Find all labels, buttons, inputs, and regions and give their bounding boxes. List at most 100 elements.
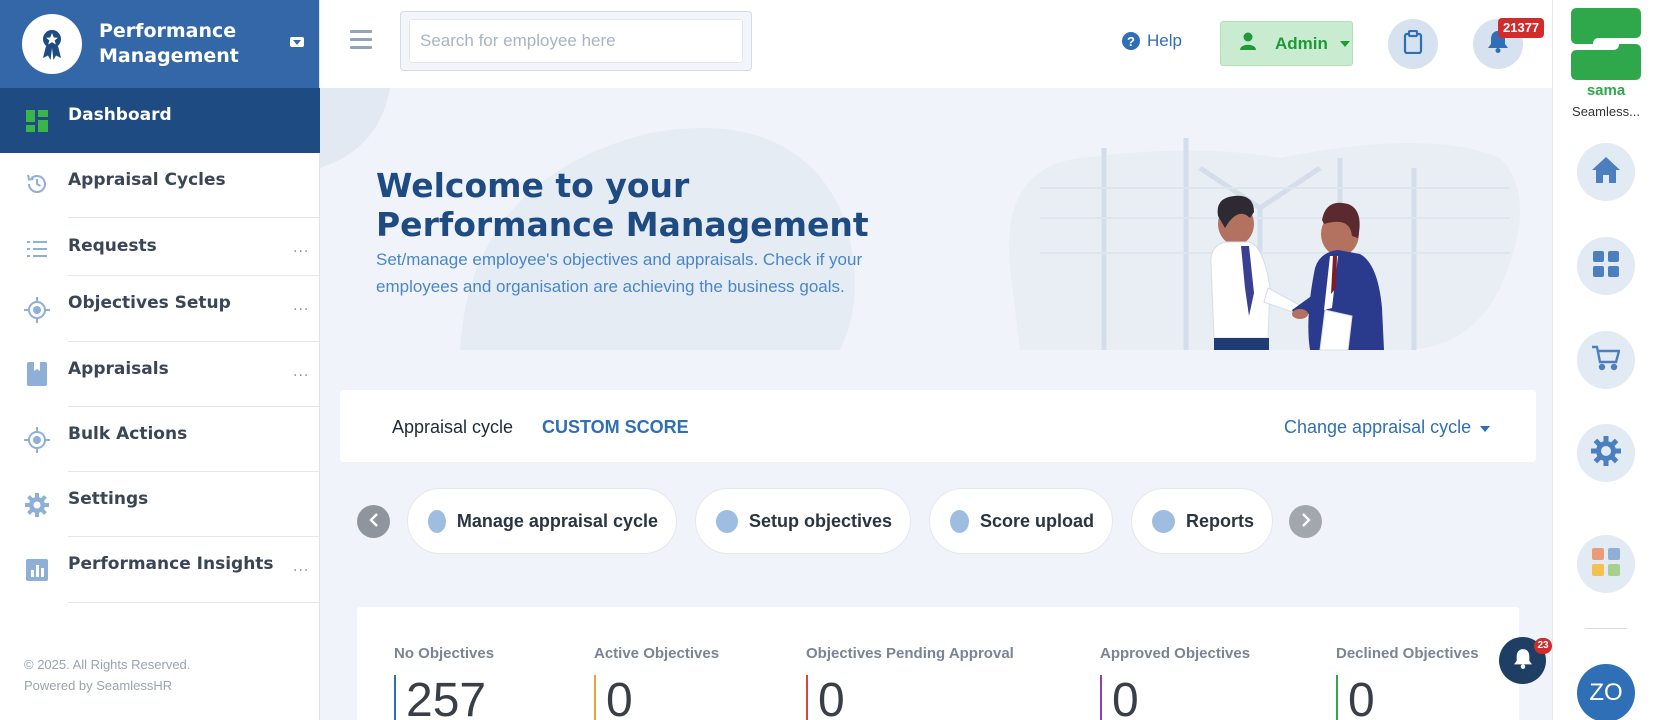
notification-count-badge: 21377 [1498, 18, 1545, 38]
sidebar-item-bulk-actions[interactable]: Bulk Actions [0, 407, 320, 469]
search-box [400, 11, 752, 71]
target-icon [24, 297, 50, 323]
sidebar-item-settings[interactable]: Settings [0, 472, 320, 534]
colorful-grid-icon [1592, 548, 1620, 580]
rail-modules-button[interactable] [1577, 535, 1635, 593]
user-avatar[interactable]: ZO [1577, 664, 1635, 720]
sidebar-item-label: Dashboard [68, 105, 172, 125]
quick-action-setup-objectives[interactable]: Setup objectives [695, 488, 911, 554]
sidebar-item-objectives-setup[interactable]: Objectives Setup ... [0, 276, 320, 338]
gear-icon [24, 492, 50, 518]
appraisal-cycle-value: CUSTOM SCORE [542, 417, 689, 437]
admin-role-dropdown[interactable]: Admin [1220, 21, 1353, 66]
more-options-icon[interactable]: ... [293, 559, 309, 575]
quick-action-score-upload[interactable]: Score upload [929, 488, 1113, 554]
app-title: Performance Management [99, 20, 239, 67]
stat-value: 0 [818, 674, 845, 720]
topbar: ? Help Admin 21377 [320, 0, 1552, 88]
welcome-heading-line1: Welcome to your [376, 166, 690, 205]
target-icon [24, 427, 50, 453]
welcome-heading: Welcome to your Performance Management [376, 166, 869, 244]
stat-value: 0 [1348, 674, 1375, 720]
sidebar-item-performance-insights[interactable]: Performance Insights ... [0, 537, 320, 599]
help-link[interactable]: ? Help [1122, 31, 1182, 51]
stat-value: 0 [1112, 674, 1139, 720]
question-icon: ? [1122, 32, 1140, 50]
rail-cart-button[interactable] [1577, 331, 1635, 389]
rail-divider [1585, 628, 1627, 629]
more-options-icon[interactable]: ... [293, 240, 309, 256]
sama-logo[interactable]: sama [1569, 4, 1643, 99]
sidebar-brand[interactable]: Performance Management [0, 0, 319, 88]
sidebar-item-appraisals[interactable]: Appraisals ... [0, 342, 320, 404]
quick-action-label: Reports [1185, 510, 1254, 531]
history-icon [24, 171, 50, 197]
more-options-icon[interactable]: ... [293, 364, 309, 380]
sidebar-item-appraisal-cycles[interactable]: Appraisal Cycles [0, 153, 320, 215]
menu-toggle-icon[interactable] [350, 30, 372, 50]
carousel-next-button[interactable] [1289, 505, 1322, 538]
sidebar-item-requests[interactable]: Requests ... [0, 218, 320, 280]
main-content: Welcome to your Performance Management S… [320, 88, 1552, 720]
quick-action-dot [950, 509, 969, 533]
rail-settings-button[interactable] [1577, 424, 1635, 482]
stat-label: Active Objectives [594, 645, 720, 662]
sidebar-item-label: Requests [68, 236, 157, 256]
clipboard-button[interactable] [1388, 19, 1438, 69]
quick-action-label: Setup objectives [748, 510, 892, 531]
stat-value: 257 [406, 674, 487, 720]
chevron-down-icon [1339, 40, 1350, 47]
dashboard-icon [24, 108, 50, 134]
right-rail: sama Seamless... ZO [1552, 0, 1658, 720]
stat-label: Declined Objectives [1336, 645, 1479, 662]
sidebar-item-dashboard[interactable]: Dashboard [0, 88, 320, 153]
stat-color-bar [806, 675, 808, 720]
sidebar-item-label: Objectives Setup [68, 293, 231, 313]
stat-label: Objectives Pending Approval [806, 645, 1014, 662]
copyright-text: © 2025. All Rights Reserved. [24, 657, 191, 672]
stat-color-bar [1100, 675, 1102, 720]
stat-color-bar [1336, 675, 1338, 720]
list-icon [24, 236, 50, 262]
award-logo-icon [22, 14, 82, 74]
chevron-right-icon [1301, 512, 1311, 531]
sidebar-item-label: Settings [68, 489, 149, 509]
quick-action-manage-appraisal-cycle[interactable]: Manage appraisal cycle [407, 488, 677, 554]
rail-app-name: Seamless... [1572, 104, 1640, 119]
more-options-icon[interactable]: ... [293, 298, 309, 314]
cart-icon [1592, 345, 1621, 375]
brand-dropdown-icon[interactable] [290, 37, 304, 47]
home-icon [1592, 157, 1620, 187]
floating-notification-badge: 23 [1534, 638, 1552, 654]
chevron-left-icon [368, 512, 379, 531]
objectives-stats-card: No Objectives 257 Active Objectives 0 Ob… [357, 607, 1519, 720]
admin-label: Admin [1275, 33, 1328, 53]
sidebar-item-label: Performance Insights [68, 554, 274, 574]
change-appraisal-cycle-link[interactable]: Change appraisal cycle [1284, 417, 1471, 438]
gear-icon [1591, 436, 1621, 470]
bell-icon [1513, 648, 1532, 673]
book-icon [24, 361, 50, 387]
grid-icon [1593, 251, 1619, 281]
quick-action-label: Score upload [979, 510, 1094, 531]
appraisal-cycle-label: Appraisal cycle [392, 417, 514, 437]
chevron-down-icon[interactable] [1480, 426, 1490, 432]
appraisal-cycle-card: Appraisal cycle CUSTOM SCORE Change appr… [340, 390, 1536, 462]
stat-label: Approved Objectives [1100, 645, 1251, 662]
sidebar-item-label: Appraisal Cycles [68, 170, 226, 190]
chart-icon [24, 557, 50, 583]
quick-action-reports[interactable]: Reports [1131, 488, 1273, 554]
rail-home-button[interactable] [1577, 143, 1635, 201]
sidebar: Performance Management Dashboard Apprais… [0, 0, 320, 720]
sidebar-item-label: Bulk Actions [68, 424, 188, 444]
stat-color-bar [394, 675, 396, 720]
quick-action-label: Manage appraisal cycle [456, 510, 658, 531]
user-icon [1240, 32, 1256, 55]
welcome-heading-line2: Performance Management [376, 205, 869, 244]
sidebar-footer: © 2025. All Rights Reserved. Powered by … [24, 654, 190, 696]
clipboard-icon [1403, 29, 1423, 58]
rail-apps-button[interactable] [1577, 237, 1635, 295]
search-input[interactable] [409, 19, 743, 63]
carousel-prev-button[interactable] [357, 505, 390, 538]
welcome-subtitle: Set/manage employee's objectives and app… [376, 250, 863, 296]
